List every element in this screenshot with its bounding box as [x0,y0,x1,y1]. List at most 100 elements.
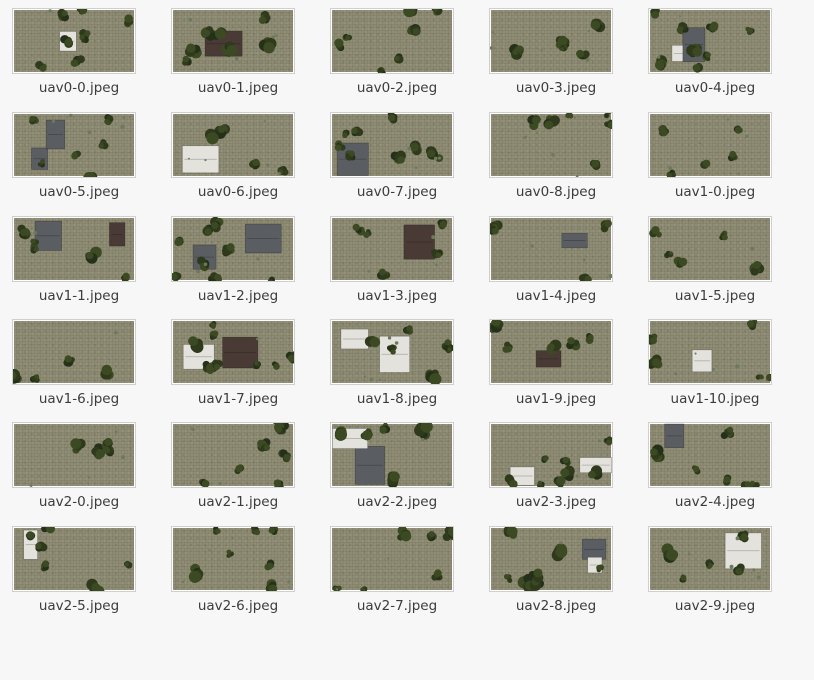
aerial-scene [23,527,133,591]
aerial-scene [29,430,126,487]
tree [749,261,765,276]
file-item[interactable]: uav0-5.jpeg [0,104,158,204]
tree-canopy [659,128,668,137]
image-thumbnail-icon [648,216,772,282]
shrub [575,174,579,177]
file-item[interactable]: uav1-3.jpeg [318,208,476,308]
image-thumbnail-icon [648,8,772,74]
file-item[interactable]: uav0-3.jpeg [477,0,635,100]
file-name: uav1-2.jpeg [197,288,279,304]
tree [182,55,192,66]
tree [86,578,105,591]
file-name: uav0-8.jpeg [515,184,597,200]
file-item[interactable]: uav2-1.jpeg [159,414,317,514]
tree-canopy [263,42,275,54]
tree [267,276,276,281]
file-item[interactable]: uav0-1.jpeg [159,0,317,100]
tree-canopy [547,343,555,351]
tree-canopy [210,322,217,328]
file-item[interactable]: uav2-3.jpeg [477,414,635,514]
file-item[interactable]: uav2-5.jpeg [0,518,158,618]
shrub [657,55,661,59]
aerial-scene [658,118,749,177]
file-item[interactable]: uav1-6.jpeg [0,311,158,411]
file-item[interactable]: uav2-2.jpeg [318,414,476,514]
tree [431,9,443,16]
tree [755,374,764,380]
tree [70,55,85,67]
tree-canopy [235,464,243,473]
tree [85,246,102,264]
file-item[interactable]: uav2-7.jpeg [318,518,476,618]
file-item[interactable]: uav0-6.jpeg [159,104,317,204]
tree-canopy [397,156,405,164]
file-item[interactable]: uav2-8.jpeg [477,518,635,618]
file-item[interactable]: uav0-7.jpeg [318,104,476,204]
file-item[interactable]: uav2-4.jpeg [636,414,794,514]
file-name: uav1-3.jpeg [356,288,438,304]
file-item[interactable]: uav1-4.jpeg [477,208,635,308]
shrub [379,378,382,381]
tree-canopy [35,542,42,550]
tree [387,471,400,487]
tree [264,559,275,571]
image-thumbnail-icon [489,216,613,282]
image-thumbnail-icon [12,526,136,592]
file-item[interactable]: uav1-9.jpeg [477,311,635,411]
tree [35,541,48,552]
tree-canopy [29,115,36,122]
tree-canopy [735,567,743,575]
tree [443,344,453,354]
tree-canopy [348,150,355,157]
file-name: uav2-2.jpeg [356,494,438,510]
tree [17,224,31,240]
shrub [540,49,543,52]
file-item[interactable]: uav0-8.jpeg [477,104,635,204]
image-thumbnail-icon [489,112,613,178]
file-item[interactable]: uav0-0.jpeg [0,0,158,100]
tree [661,543,679,563]
shrub [195,269,201,274]
tree-canopy [378,268,386,276]
tree [425,369,442,384]
file-item[interactable]: uav1-7.jpeg [159,311,317,411]
file-item[interactable]: uav2-0.jpeg [0,414,158,514]
file-name: uav0-1.jpeg [197,80,279,96]
tree-canopy [428,530,435,538]
tree [13,368,22,384]
file-item[interactable]: uav0-2.jpeg [318,0,476,100]
file-item[interactable]: uav0-4.jpeg [636,0,794,100]
tree-canopy [252,158,260,167]
file-item[interactable]: uav1-2.jpeg [159,208,317,308]
file-item[interactable]: uav1-10.jpeg [636,311,794,411]
image-thumbnail-icon [489,319,613,385]
tree-canopy [406,325,413,332]
file-item[interactable]: uav2-9.jpeg [636,518,794,618]
tree [719,230,728,241]
shrub [674,372,678,376]
file-item[interactable]: uav1-1.jpeg [0,208,158,308]
tree [700,159,711,169]
tree [35,60,47,72]
aerial-scene [172,217,282,281]
tree-canopy [512,48,519,55]
aerial-scene [331,423,451,487]
tree [342,129,350,139]
image-thumbnail-icon [171,8,295,74]
tree-canopy [651,358,661,367]
file-name: uav0-4.jpeg [674,80,756,96]
tree [590,18,606,33]
tree-canopy [335,428,348,441]
shrub [745,134,749,138]
tree [431,569,443,581]
file-item[interactable]: uav2-6.jpeg [159,518,317,618]
tree-canopy [560,468,570,478]
file-item[interactable]: uav1-8.jpeg [318,311,476,411]
file-item[interactable]: uav1-0.jpeg [636,104,794,204]
tree-canopy [605,439,612,446]
tree-canopy [30,238,36,245]
tree-canopy [182,55,190,63]
tree [679,574,687,583]
file-item[interactable]: uav1-5.jpeg [636,208,794,308]
tree [414,423,433,440]
